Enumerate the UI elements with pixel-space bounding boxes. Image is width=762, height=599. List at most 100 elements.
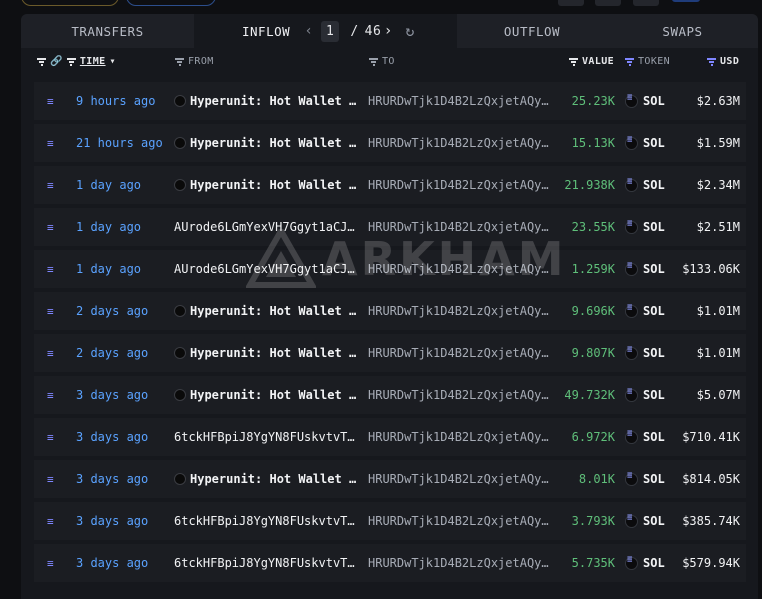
table-row[interactable]: ≡ 2 days ago Hyperunit: Hot Wallet (... HRU…	[34, 334, 746, 372]
to-address[interactable]: HRURDwTjk1D4B2LzQxjetAQy...	[368, 262, 550, 276]
sort-desc-icon[interactable]: ▾	[110, 56, 116, 67]
token-symbol: SOL	[643, 556, 665, 570]
token-cell[interactable]: SOL	[625, 514, 665, 528]
value-amount: 21.938K	[564, 178, 615, 192]
page-edge	[758, 0, 762, 593]
to-address[interactable]: HRURDwTjk1D4B2LzQxjetAQy...	[368, 220, 550, 234]
column-header-value[interactable]: VALUE	[569, 56, 614, 67]
time-link[interactable]: 3 days ago	[76, 388, 148, 402]
column-header-token[interactable]: TOKEN	[625, 56, 670, 67]
token-cell[interactable]: SOL	[625, 430, 665, 444]
token-cell[interactable]: SOL	[625, 388, 665, 402]
table-row[interactable]: ≡ 9 hours ago Hyperunit: Hot Wallet (... HR…	[34, 82, 746, 120]
filter-pill-active[interactable]	[126, 0, 216, 6]
from-address[interactable]: Hyperunit: Hot Wallet (...	[174, 136, 358, 150]
usd-amount: $579.94K	[682, 556, 740, 570]
time-link[interactable]: 1 day ago	[76, 178, 141, 192]
toolbar-button[interactable]	[595, 0, 621, 6]
tab-inflow[interactable]: INFLOW ‹ 1 / 46 › ↻	[194, 14, 457, 48]
from-address[interactable]: Hyperunit: Hot Wallet (...	[174, 94, 358, 108]
usd-amount: $1.01M	[696, 346, 740, 360]
time-link[interactable]: 1 day ago	[76, 262, 141, 276]
table-row[interactable]: ≡ 3 days ago 6tckHFBpiJ8YgYN8FUskvtvT... HR…	[34, 544, 746, 582]
token-cell[interactable]: SOL	[625, 346, 665, 360]
refresh-icon[interactable]: ↻	[405, 22, 415, 40]
from-label: 6tckHFBpiJ8YgYN8FUskvtvT...	[174, 514, 358, 528]
to-address[interactable]: HRURDwTjk1D4B2LzQxjetAQy...	[368, 304, 550, 318]
toolbar-button-primary[interactable]	[672, 0, 700, 2]
filter-icon[interactable]	[707, 58, 716, 66]
to-address[interactable]: HRURDwTjk1D4B2LzQxjetAQy...	[368, 94, 550, 108]
filter-icon[interactable]	[66, 58, 76, 66]
token-cell[interactable]: SOL	[625, 262, 665, 276]
time-link[interactable]: 3 days ago	[76, 430, 148, 444]
toolbar-button[interactable]	[558, 0, 584, 6]
time-link[interactable]: 3 days ago	[76, 472, 148, 486]
from-address[interactable]: Hyperunit: Hot Wallet (...	[174, 388, 358, 402]
token-cell[interactable]: SOL	[625, 472, 665, 486]
to-address[interactable]: HRURDwTjk1D4B2LzQxjetAQy...	[368, 136, 550, 150]
token-cell[interactable]: SOL	[625, 178, 665, 192]
from-address[interactable]: Hyperunit: Hot Wallet (...	[174, 304, 358, 318]
token-cell[interactable]: SOL	[625, 556, 665, 570]
from-address[interactable]: AUrode6LGmYexVH7Ggyt1aCJ...	[174, 262, 358, 276]
from-address[interactable]: 6tckHFBpiJ8YgYN8FUskvtvT...	[174, 430, 358, 444]
to-address[interactable]: HRURDwTjk1D4B2LzQxjetAQy...	[368, 514, 550, 528]
sol-token-icon	[625, 514, 638, 528]
table-row[interactable]: ≡ 21 hours ago Hyperunit: Hot Wallet (... H…	[34, 124, 746, 162]
from-header-label: FROM	[188, 56, 214, 67]
from-address[interactable]: Hyperunit: Hot Wallet (...	[174, 178, 358, 192]
from-address[interactable]: 6tckHFBpiJ8YgYN8FUskvtvT...	[174, 556, 358, 570]
to-address[interactable]: HRURDwTjk1D4B2LzQxjetAQy...	[368, 556, 550, 570]
from-label: Hyperunit: Hot Wallet (...	[190, 178, 358, 192]
next-page-icon[interactable]: ›	[381, 23, 395, 39]
from-address[interactable]: 6tckHFBpiJ8YgYN8FUskvtvT...	[174, 514, 358, 528]
from-address[interactable]: AUrode6LGmYexVH7Ggyt1aCJ...	[174, 220, 358, 234]
table-row[interactable]: ≡ 3 days ago Hyperunit: Hot Wallet (... HRU…	[34, 376, 746, 414]
column-header-usd[interactable]: USD	[707, 56, 739, 67]
filter-icon[interactable]	[369, 58, 378, 66]
table-row[interactable]: ≡ 3 days ago 6tckHFBpiJ8YgYN8FUskvtvT... HR…	[34, 418, 746, 456]
table-row[interactable]: ≡ 3 days ago 6tckHFBpiJ8YgYN8FUskvtvT... HR…	[34, 502, 746, 540]
time-link[interactable]: 9 hours ago	[76, 94, 155, 108]
column-header-from[interactable]: FROM	[175, 56, 214, 67]
filter-icon[interactable]	[625, 58, 634, 66]
to-address[interactable]: HRURDwTjk1D4B2LzQxjetAQy...	[368, 430, 550, 444]
to-address[interactable]: HRURDwTjk1D4B2LzQxjetAQy...	[368, 472, 550, 486]
prev-page-icon[interactable]: ‹	[302, 23, 316, 39]
filter-icon[interactable]	[37, 58, 46, 66]
to-address[interactable]: HRURDwTjk1D4B2LzQxjetAQy...	[368, 388, 550, 402]
transfer-type-icon: ≡	[47, 305, 54, 318]
to-address[interactable]: HRURDwTjk1D4B2LzQxjetAQy...	[368, 346, 550, 360]
token-cell[interactable]: SOL	[625, 304, 665, 318]
value-amount: 6.972K	[571, 430, 615, 444]
column-header-time[interactable]: 🔗 TIME ▾	[37, 56, 116, 67]
tab-outflow[interactable]: OUTFLOW	[457, 14, 607, 48]
table-row[interactable]: ≡ 3 days ago Hyperunit: Hot Wallet (... HRU…	[34, 460, 746, 498]
tab-transfers[interactable]: TRANSFERS	[21, 14, 194, 48]
table-row[interactable]: ≡ 1 day ago Hyperunit: Hot Wallet (... HRUR…	[34, 166, 746, 204]
time-link[interactable]: 2 days ago	[76, 346, 148, 360]
to-address[interactable]: HRURDwTjk1D4B2LzQxjetAQy...	[368, 178, 550, 192]
token-cell[interactable]: SOL	[625, 220, 665, 234]
from-address[interactable]: Hyperunit: Hot Wallet (...	[174, 472, 358, 486]
column-header-to[interactable]: TO	[369, 56, 395, 67]
table-row[interactable]: ≡ 2 days ago Hyperunit: Hot Wallet (... HRU…	[34, 292, 746, 330]
table-row[interactable]: ≡ 1 day ago AUrode6LGmYexVH7Ggyt1aCJ... HRU…	[34, 250, 746, 288]
token-cell[interactable]: SOL	[625, 94, 665, 108]
time-link[interactable]: 21 hours ago	[76, 136, 163, 150]
filter-icon[interactable]	[175, 58, 184, 66]
time-link[interactable]: 3 days ago	[76, 556, 148, 570]
filter-pill[interactable]	[21, 0, 119, 6]
toolbar-button[interactable]	[633, 0, 659, 6]
time-link[interactable]: 1 day ago	[76, 220, 141, 234]
link-icon[interactable]: 🔗	[50, 56, 63, 67]
token-cell[interactable]: SOL	[625, 136, 665, 150]
time-link[interactable]: 2 days ago	[76, 304, 148, 318]
current-page[interactable]: 1	[321, 20, 340, 42]
table-row[interactable]: ≡ 1 day ago AUrode6LGmYexVH7Ggyt1aCJ... HRU…	[34, 208, 746, 246]
from-address[interactable]: Hyperunit: Hot Wallet (...	[174, 346, 358, 360]
filter-icon[interactable]	[569, 58, 578, 66]
time-link[interactable]: 3 days ago	[76, 514, 148, 528]
tab-swaps[interactable]: SWAPS	[607, 14, 758, 48]
